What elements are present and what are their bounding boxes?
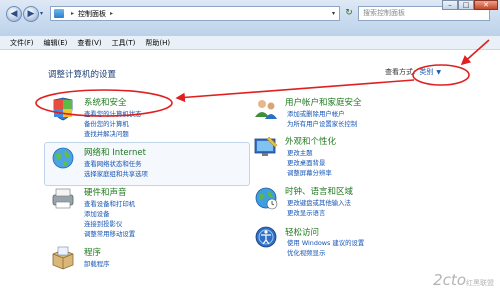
close-button[interactable]: ✕ [474, 0, 498, 10]
menu-tools[interactable]: 工具(T) [112, 38, 136, 48]
link-mobility-settings[interactable]: 调整常用移动设置 [84, 229, 135, 238]
link-view-network-status[interactable]: 查看网络状态和任务 [84, 159, 142, 168]
category-network-internet[interactable]: 网络和 Internet [84, 146, 146, 158]
recent-pages-dropdown-icon[interactable]: ▾ [40, 10, 43, 17]
menu-file[interactable]: 文件(F) [10, 38, 34, 48]
chevron-right-icon[interactable]: ▸ [71, 10, 74, 17]
menu-view[interactable]: 查看(V) [77, 38, 101, 48]
clock-language-icon[interactable] [253, 186, 279, 210]
window-controls: – □ ✕ [442, 0, 498, 10]
link-change-desktop-background[interactable]: 更改桌面背景 [287, 158, 325, 167]
control-panel-content: 调整计算机的设置 查看方式: 类别 ▼ 系统和安全 查看您的计算机状态 备份您的计算… [0, 50, 500, 293]
link-backup-computer[interactable]: 备份您的计算机 [84, 119, 129, 128]
watermark-sub: 红黑联盟 [466, 279, 494, 287]
maximize-button[interactable]: □ [458, 0, 474, 10]
title-address-bar: ◀ ▶ ▾ ▸ 控制面板 ▸ ▾ ↻ 搜索控制面板 – □ ✕ [0, 0, 500, 37]
link-add-device[interactable]: 添加设备 [84, 209, 110, 218]
link-parental-controls[interactable]: 为所有用户设置家长控制 [287, 119, 357, 128]
category-clock-language-region[interactable]: 时钟、语言和区域 [285, 185, 353, 197]
category-system-security[interactable]: 系统和安全 [84, 96, 127, 108]
link-uninstall-program[interactable]: 卸载程序 [84, 259, 110, 268]
refresh-icon[interactable]: ↻ [343, 7, 355, 20]
user-accounts-icon[interactable] [253, 97, 279, 121]
link-optimize-visual-display[interactable]: 优化视频显示 [287, 248, 325, 257]
category-user-accounts[interactable]: 用户帐户和家庭安全 [285, 96, 362, 108]
ease-of-access-icon[interactable] [253, 225, 279, 249]
link-connect-projector[interactable]: 连接到投影仪 [84, 219, 122, 228]
category-appearance[interactable]: 外观和个性化 [285, 135, 336, 147]
page-title: 调整计算机的设置 [48, 70, 117, 80]
link-change-theme[interactable]: 更改主题 [287, 148, 313, 157]
chevron-right-icon[interactable]: ▸ [110, 10, 113, 17]
category-programs[interactable]: 程序 [84, 246, 101, 258]
link-view-computer-status[interactable]: 查看您的计算机状态 [84, 109, 142, 118]
menu-bar: 文件(F) 编辑(E) 查看(V) 工具(T) 帮助(H) [0, 36, 500, 50]
link-add-remove-accounts[interactable]: 添加或删除用户帐户 [287, 109, 345, 118]
system-security-icon[interactable] [50, 97, 76, 121]
back-icon[interactable]: ◀ [6, 6, 22, 22]
forward-icon[interactable]: ▶ [23, 6, 39, 22]
appearance-icon[interactable] [253, 135, 279, 159]
menu-edit[interactable]: 编辑(E) [44, 38, 68, 48]
link-windows-suggested-settings[interactable]: 使用 Windows 建议的设置 [287, 238, 364, 247]
breadcrumb-control-panel[interactable]: 控制面板 [78, 9, 106, 19]
link-homegroup-sharing[interactable]: 选择家庭组和共享选项 [84, 169, 148, 178]
control-panel-icon [54, 9, 64, 18]
dropdown-arrow-icon[interactable]: ▼ [436, 69, 441, 76]
view-by: 查看方式: 类别 ▼ [385, 67, 441, 77]
address-bar[interactable]: ▸ 控制面板 ▸ ▾ [50, 6, 340, 21]
programs-icon[interactable] [50, 246, 76, 270]
address-dropdown-icon[interactable]: ▾ [332, 10, 335, 17]
watermark: 2cto红黑联盟 [433, 271, 494, 289]
view-by-category-dropdown[interactable]: 类别 [419, 68, 433, 76]
watermark-main: 2cto [433, 271, 466, 289]
network-internet-icon[interactable] [50, 146, 76, 170]
link-view-devices-printers[interactable]: 查看设备和打印机 [84, 199, 135, 208]
view-by-label: 查看方式: [385, 68, 416, 76]
link-find-fix-problems[interactable]: 查找并解决问题 [84, 129, 129, 138]
link-adjust-resolution[interactable]: 调整屏幕分辨率 [287, 168, 332, 177]
category-ease-of-access[interactable]: 轻松访问 [285, 226, 319, 238]
link-change-keyboard[interactable]: 更改键盘或其他输入法 [287, 198, 351, 207]
menu-help[interactable]: 帮助(H) [145, 38, 170, 48]
hardware-sound-icon[interactable] [50, 187, 76, 211]
link-change-display-language[interactable]: 更改显示语言 [287, 208, 325, 217]
category-hardware-sound[interactable]: 硬件和声音 [84, 186, 127, 198]
minimize-button[interactable]: – [442, 0, 458, 10]
